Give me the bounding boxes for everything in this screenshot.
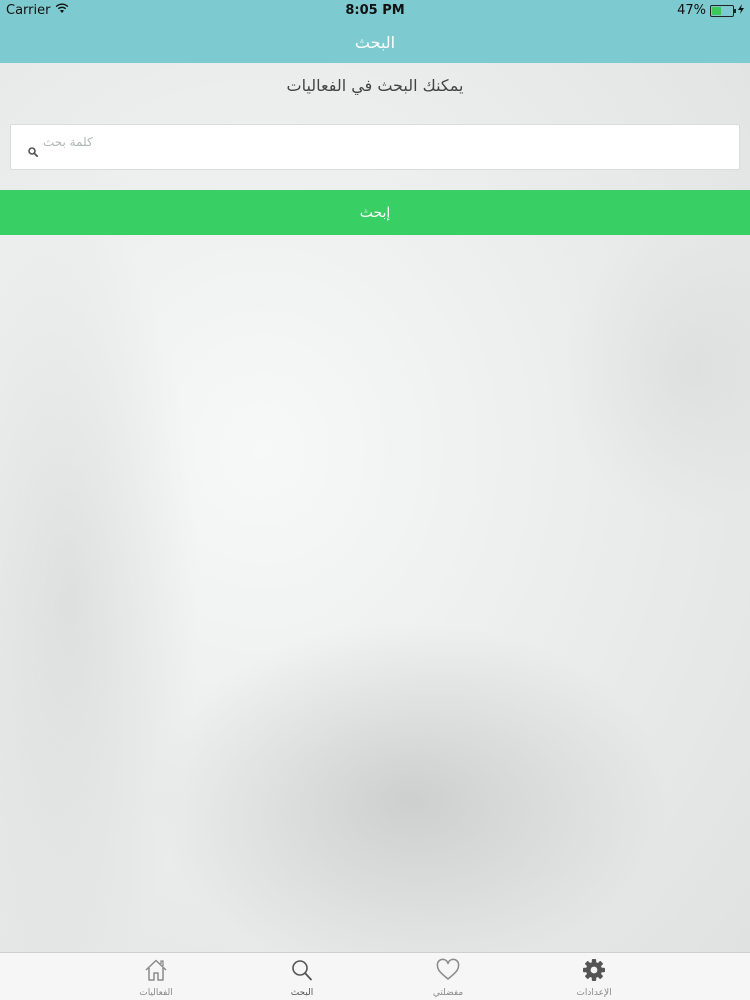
search-input[interactable] — [41, 129, 725, 155]
tab-search[interactable]: البحث — [262, 953, 342, 1000]
search-icon — [289, 953, 315, 986]
status-bar: Carrier 8:05 PM 47% — [0, 0, 750, 22]
search-icon — [28, 142, 39, 161]
charging-icon — [738, 3, 744, 18]
heart-icon — [435, 953, 461, 986]
battery-fill — [712, 6, 721, 15]
tab-events[interactable]: الفعاليات — [116, 953, 196, 1000]
tab-favorites[interactable]: مفضلتي — [408, 953, 488, 1000]
tab-favorites-label: مفضلتي — [432, 988, 464, 998]
home-icon — [143, 953, 169, 986]
status-time: 8:05 PM — [345, 3, 405, 18]
tab-settings-label: الإعدادات — [576, 988, 612, 998]
background-blur — [150, 620, 670, 980]
search-field[interactable] — [10, 124, 740, 170]
background-blur — [560, 220, 750, 520]
battery-icon — [710, 4, 736, 17]
search-button-label: إبحث — [359, 204, 391, 221]
page-title: البحث — [354, 33, 396, 52]
navigation-bar: البحث — [0, 22, 750, 63]
search-button[interactable]: إبحث — [0, 190, 750, 235]
tab-bar: الفعاليات البحث مفضلتي الإعدادات — [0, 952, 750, 1000]
gear-icon — [581, 953, 607, 986]
battery-percent: 47% — [677, 3, 706, 18]
status-right: 47% — [677, 3, 744, 18]
tab-settings[interactable]: الإعدادات — [554, 953, 634, 1000]
search-hint-text: يمكنك البحث في الفعاليات — [286, 76, 464, 95]
tab-events-label: الفعاليات — [139, 988, 173, 998]
background-blur — [0, 200, 200, 1000]
screen: Carrier 8:05 PM 47% البحث يمكنك البحث في… — [0, 0, 750, 1000]
tab-search-label: البحث — [290, 988, 314, 998]
